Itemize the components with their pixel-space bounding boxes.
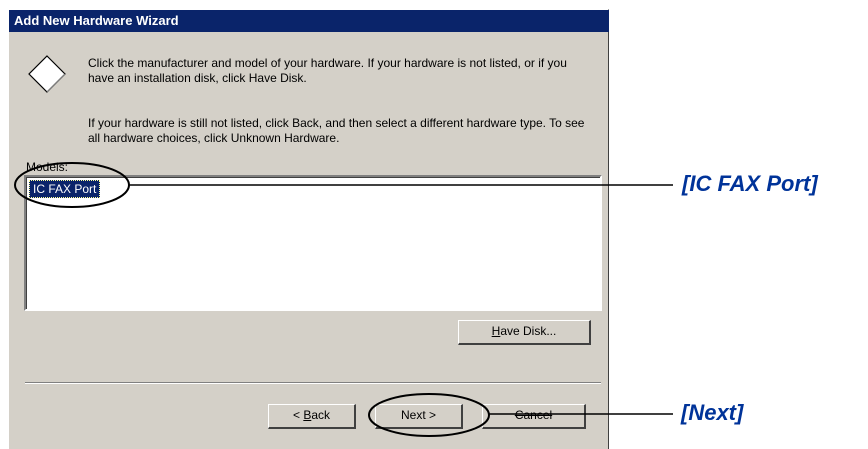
button-separator — [25, 382, 601, 384]
title-bar[interactable]: Add New Hardware Wizard — [9, 10, 609, 32]
instruction-text-1: Click the manufacturer and model of your… — [88, 56, 567, 85]
next-button[interactable]: Next > — [375, 404, 463, 429]
models-label: Models: — [26, 160, 69, 174]
screenshot: Add New Hardware Wizard Click the manufa… — [0, 0, 868, 449]
have-disk-label: ave Disk... — [500, 324, 557, 338]
instruction-text-2: If your hardware is still not listed, cl… — [88, 116, 585, 145]
list-item-ic-fax-port[interactable]: IC FAX Port — [29, 180, 101, 198]
back-prefix: < — [292, 408, 304, 422]
models-listbox[interactable]: IC FAX Port — [24, 175, 602, 311]
next-label: Next > — [400, 408, 436, 422]
next-callout-label: [Next] — [681, 400, 744, 425]
cancel-label: Cancel — [514, 408, 553, 422]
have-disk-button[interactable]: Have Disk... — [458, 320, 591, 345]
add-hardware-wizard-dialog: Add New Hardware Wizard Click the manufa… — [8, 9, 609, 449]
model-callout-label: [IC FAX Port] — [682, 171, 818, 196]
cancel-button[interactable]: Cancel — [482, 404, 586, 429]
back-label: ack — [311, 408, 331, 422]
window-title: Add New Hardware Wizard — [14, 13, 179, 28]
back-button[interactable]: < Back — [268, 404, 356, 429]
diamond-hardware-icon — [28, 55, 66, 93]
